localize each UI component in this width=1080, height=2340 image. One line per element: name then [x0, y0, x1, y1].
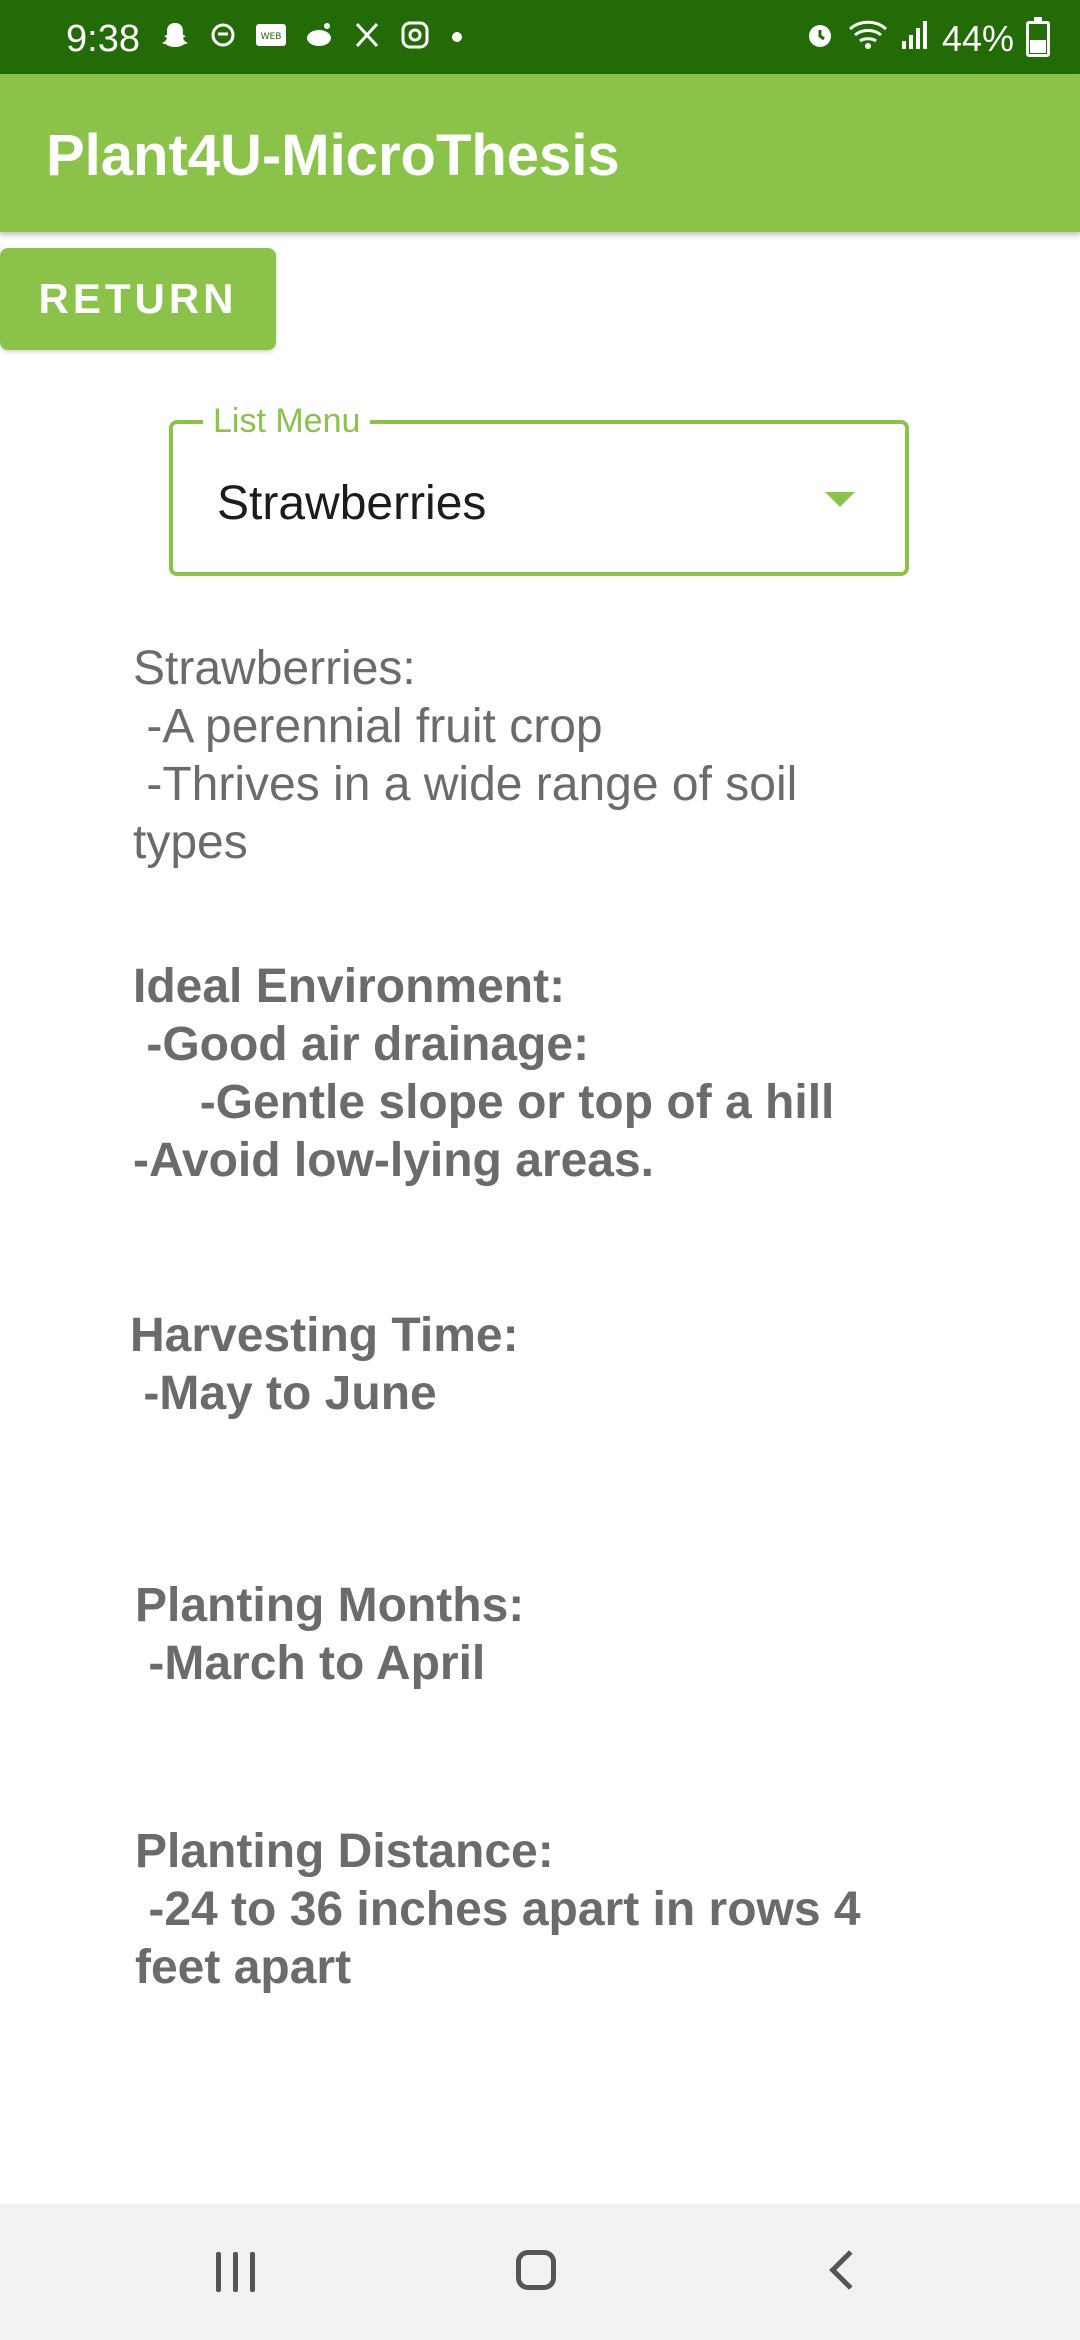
notification-icons: WEB [158, 20, 462, 54]
battery-percent: 44% [941, 18, 1014, 59]
return-button[interactable]: RETURN [0, 248, 276, 350]
signal-icon [900, 18, 930, 60]
svg-text:WEB: WEB [261, 32, 282, 42]
navigation-bar [0, 2204, 1080, 2340]
battery-icon [1026, 17, 1050, 57]
back-icon[interactable] [829, 2250, 869, 2290]
environment-text: Ideal Environment: -Good air drainage: -… [133, 960, 835, 1187]
list-menu-dropdown[interactable]: List Menu Strawberries [169, 402, 909, 576]
alarm-icon [804, 18, 836, 60]
instagram-icon [398, 20, 432, 54]
app-title: Plant4U-MicroThesis [46, 123, 620, 188]
snapchat-icon [158, 20, 192, 54]
harvesting-text: Harvesting Time: -May to June [130, 1309, 519, 1420]
status-time: 9:38 [66, 18, 140, 60]
list-menu-selected: Strawberries [217, 477, 487, 530]
dropdown-arrow-icon[interactable] [825, 492, 855, 507]
reddit-icon [302, 20, 336, 54]
planting-months-text: Planting Months: -March to April [135, 1579, 525, 1690]
x-icon [350, 20, 384, 54]
more-dot-icon [452, 32, 462, 42]
intro-text: Strawberries: -A perennial fruit crop -T… [133, 642, 798, 869]
webtoon-icon: WEB [254, 20, 288, 54]
threads-icon [206, 20, 240, 54]
status-bar: 9:38 WEB 44% [0, 0, 1080, 74]
planting-distance-text: Planting Distance: -24 to 36 inches apar… [135, 1825, 861, 1994]
recent-apps-icon[interactable] [216, 2252, 255, 2292]
system-status: 44% [804, 17, 1050, 60]
list-menu-label: List Menu [203, 402, 371, 441]
wifi-icon [848, 18, 888, 60]
home-icon[interactable] [516, 2250, 556, 2290]
app-bar: Plant4U-MicroThesis [0, 74, 1080, 232]
